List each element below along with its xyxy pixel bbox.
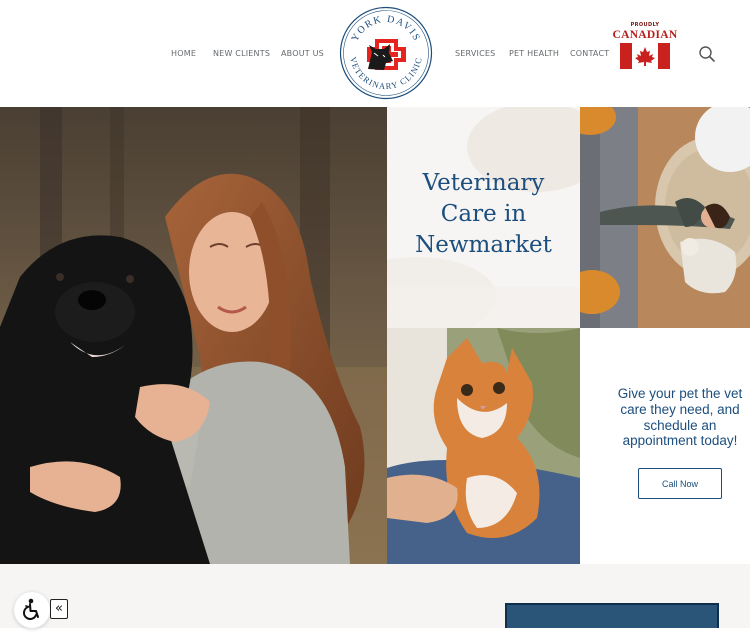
hero-title-line: Care in: [440, 201, 527, 227]
cta-message: Give your pet the vet care they need, an…: [602, 386, 750, 449]
clinic-logo[interactable]: YORK DAVIS VETERINARY CLINIC: [339, 6, 433, 100]
hero-title: Veterinary Care in Newmarket: [388, 168, 579, 261]
proudly-canadian-badge: PROUDLY CANADIAN: [612, 22, 678, 72]
hero-title-line: Veterinary: [422, 170, 545, 196]
accessibility-button[interactable]: [14, 592, 50, 628]
cta-line: schedule an: [643, 417, 717, 433]
site-header: HOME NEW CLIENTS ABOUT US YORK DAVIS VET…: [0, 0, 750, 107]
badge-big-text: CANADIAN: [612, 29, 678, 41]
search-icon[interactable]: [698, 45, 716, 63]
cat-image: [387, 328, 580, 564]
cta-line: care they need, and: [620, 401, 740, 417]
nav-about-us[interactable]: ABOUT US: [281, 49, 324, 58]
hero-title-line: Newmarket: [415, 232, 552, 258]
nav-contact[interactable]: CONTACT: [570, 49, 609, 58]
woman-on-floor-image: [580, 107, 750, 328]
nav-pet-health[interactable]: PET HEALTH: [509, 49, 559, 58]
widget-collapse-button[interactable]: «: [50, 599, 68, 619]
nav-services[interactable]: SERVICES: [455, 49, 495, 58]
call-now-button[interactable]: Call Now: [638, 468, 722, 499]
cta-line: Give your pet the vet: [617, 386, 743, 401]
hero-woman-dog-image: [0, 107, 387, 564]
nav-home[interactable]: HOME: [171, 49, 196, 58]
canada-flag-icon: [620, 43, 670, 69]
next-section-image: [505, 603, 719, 628]
cta-line: appointment today!: [622, 433, 738, 449]
nav-new-clients[interactable]: NEW CLIENTS: [213, 49, 270, 58]
wheelchair-icon: [23, 598, 39, 620]
badge-small-text: PROUDLY: [630, 22, 660, 28]
